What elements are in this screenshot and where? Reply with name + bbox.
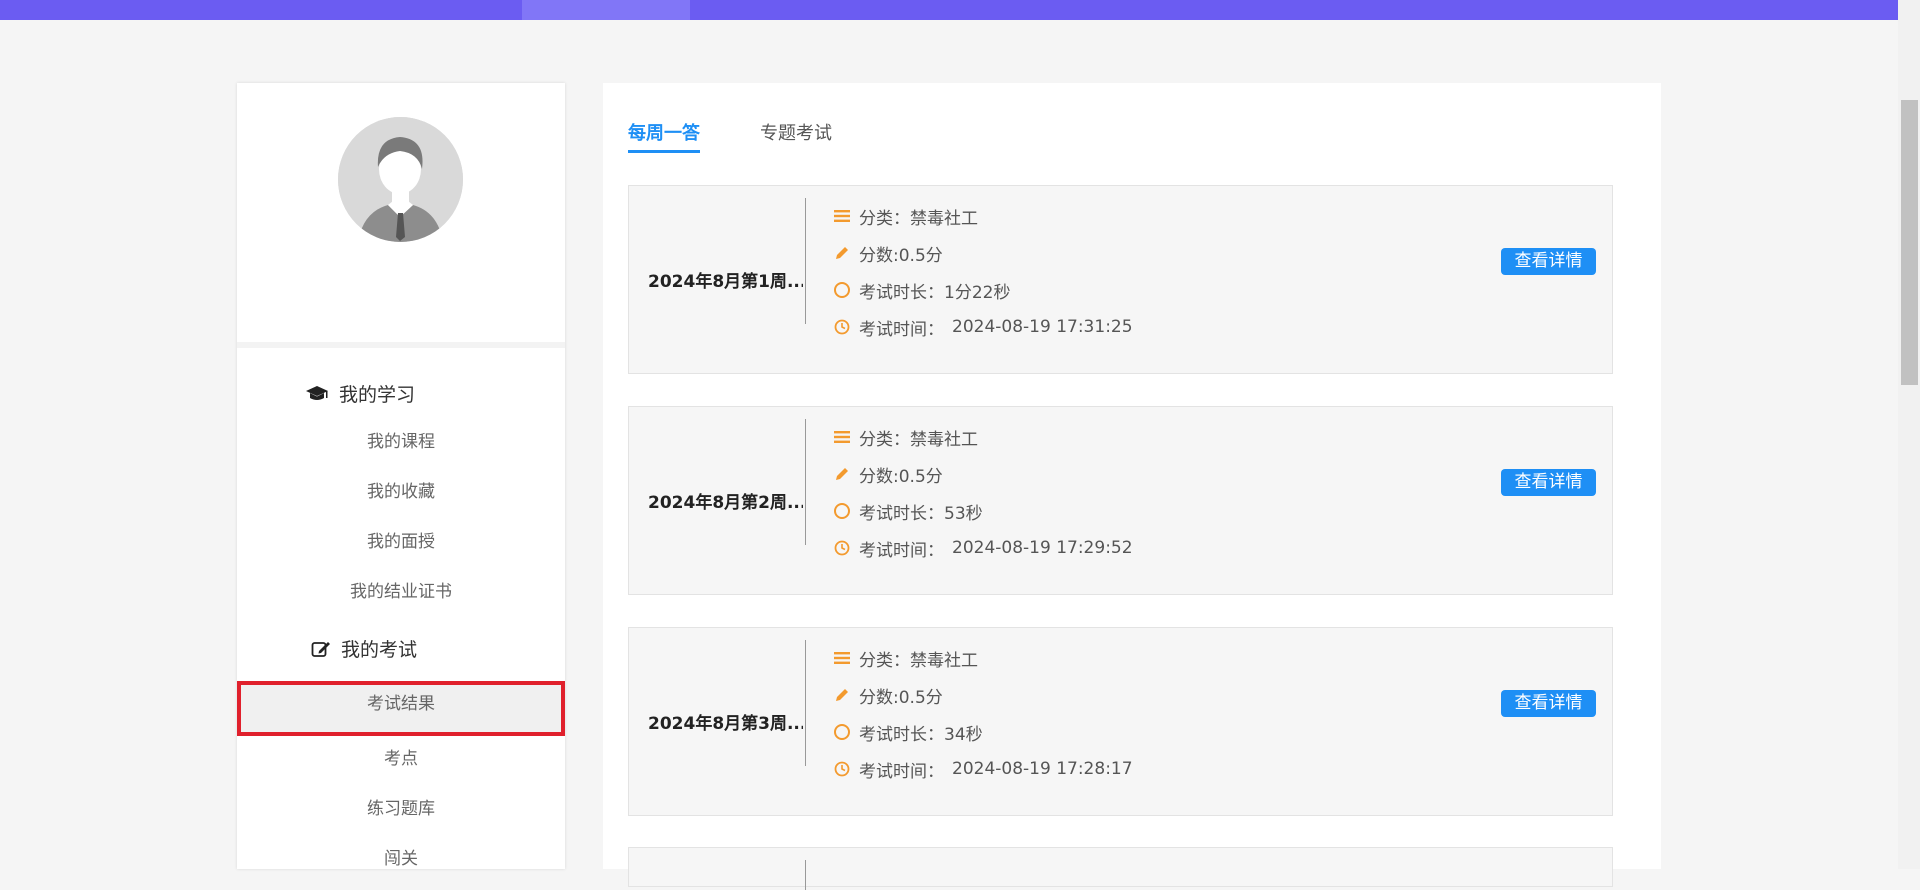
edit-icon: [311, 640, 331, 658]
clock-icon: [833, 760, 851, 778]
tab-topic-exam[interactable]: 专题考试: [760, 119, 832, 145]
sidebar: 我的学习 我的课程 我的收藏 我的面授 我的结业证书 我的考试 考试结果 考点 …: [237, 83, 565, 869]
category-label: 分类：: [859, 429, 910, 450]
duration-value: 53秒: [944, 503, 983, 524]
graduation-cap-icon: [305, 385, 329, 403]
record-duration-row: 考试时长： 53秒: [833, 499, 983, 524]
list-icon: [833, 207, 851, 225]
category-value: 禁毒社工: [910, 429, 978, 450]
circle-icon: [833, 281, 851, 299]
clock-icon: [833, 318, 851, 336]
exam-record-card: 2024年8月第3周... 分类： 禁毒社工 分数: 0.5分 考试时长： 34…: [628, 627, 1613, 816]
menu-group-my-exams[interactable]: 我的考试: [311, 635, 417, 662]
score-value: 0.5分: [898, 687, 943, 708]
pencil-icon: [833, 465, 851, 483]
pencil-icon: [833, 244, 851, 262]
record-title: 2024年8月第1周...: [648, 272, 803, 292]
record-duration-row: 考试时长： 1分22秒: [833, 278, 1011, 303]
card-divider: [805, 640, 806, 766]
score-label: 分数:: [859, 687, 899, 708]
sidebar-item-exam-points[interactable]: 考点: [237, 736, 565, 782]
duration-value: 1分22秒: [944, 282, 1011, 303]
sidebar-item-practice-bank[interactable]: 练习题库: [237, 786, 565, 832]
list-icon: [833, 649, 851, 667]
exam-record-card: 2024年8月第1周... 分类： 禁毒社工 分数: 0.5分 考试时长： 1分…: [628, 185, 1613, 374]
category-label: 分类：: [859, 208, 910, 229]
exam-record-card: 2024年8月第2周... 分类： 禁毒社工 分数: 0.5分 考试时长： 53…: [628, 406, 1613, 595]
record-score-row: 分数: 0.5分: [833, 241, 943, 266]
main-panel: 每周一答 专题考试 2024年8月第1周... 分类： 禁毒社工 分数: 0.5…: [603, 83, 1661, 890]
record-time-row: 考试时间： 2024-08-19 17:28:17: [833, 757, 1133, 782]
scrollbar-thumb[interactable]: [1901, 100, 1918, 385]
category-value: 禁毒社工: [910, 650, 978, 671]
pencil-icon: [833, 686, 851, 704]
record-title: 2024年8月第2周...: [648, 493, 803, 513]
duration-label: 考试时长：: [859, 724, 944, 745]
score-value: 0.5分: [898, 466, 943, 487]
score-value: 0.5分: [898, 245, 943, 266]
view-details-button[interactable]: 查看详情: [1501, 690, 1596, 717]
sidebar-item-exam-results[interactable]: 考试结果: [237, 681, 565, 736]
card-divider: [805, 860, 806, 890]
duration-label: 考试时长：: [859, 282, 944, 303]
record-title: 2024年8月第3周...: [648, 714, 803, 734]
clock-icon: [833, 539, 851, 557]
time-value: 2024-08-19 17:28:17: [952, 759, 1133, 779]
record-score-row: 分数: 0.5分: [833, 683, 943, 708]
sidebar-item-my-face-to-face[interactable]: 我的面授: [237, 519, 565, 565]
record-score-row: 分数: 0.5分: [833, 462, 943, 487]
circle-icon: [833, 502, 851, 520]
top-nav-active-tab[interactable]: [522, 0, 690, 20]
sidebar-item-my-favorites[interactable]: 我的收藏: [237, 469, 565, 515]
avatar: [338, 117, 463, 242]
menu-group-title-text: 我的学习: [339, 384, 416, 406]
category-value: 禁毒社工: [910, 208, 978, 229]
score-label: 分数:: [859, 466, 899, 487]
menu-group-my-study[interactable]: 我的学习: [305, 380, 415, 407]
record-category-row: 分类： 禁毒社工: [833, 204, 978, 229]
card-divider: [805, 198, 806, 324]
sidebar-item-challenge[interactable]: 闯关: [237, 836, 565, 882]
scrollbar-track[interactable]: [1898, 0, 1920, 869]
time-value: 2024-08-19 17:31:25: [952, 317, 1133, 337]
time-label: 考试时间：: [859, 761, 944, 782]
card-divider: [805, 419, 806, 545]
duration-label: 考试时长：: [859, 503, 944, 524]
time-label: 考试时间：: [859, 319, 944, 340]
list-icon: [833, 428, 851, 446]
duration-value: 34秒: [944, 724, 983, 745]
sidebar-item-my-certificates[interactable]: 我的结业证书: [237, 569, 565, 615]
view-details-button[interactable]: 查看详情: [1501, 248, 1596, 275]
record-category-row: 分类： 禁毒社工: [833, 646, 978, 671]
circle-icon: [833, 723, 851, 741]
record-duration-row: 考试时长： 34秒: [833, 720, 983, 745]
score-label: 分数:: [859, 245, 899, 266]
time-value: 2024-08-19 17:29:52: [952, 538, 1133, 558]
category-label: 分类：: [859, 650, 910, 671]
menu-group-title-text: 我的考试: [341, 639, 418, 661]
avatar-box: [237, 83, 565, 348]
record-category-row: 分类： 禁毒社工: [833, 425, 978, 450]
record-time-row: 考试时间： 2024-08-19 17:31:25: [833, 315, 1133, 340]
sidebar-item-my-courses[interactable]: 我的课程: [237, 419, 565, 465]
record-time-row: 考试时间： 2024-08-19 17:29:52: [833, 536, 1133, 561]
time-label: 考试时间：: [859, 540, 944, 561]
view-details-button[interactable]: 查看详情: [1501, 469, 1596, 496]
exam-record-card-partial: [628, 847, 1613, 890]
tab-weekly-quiz[interactable]: 每周一答: [628, 119, 700, 153]
top-nav-bar: [0, 0, 1920, 20]
